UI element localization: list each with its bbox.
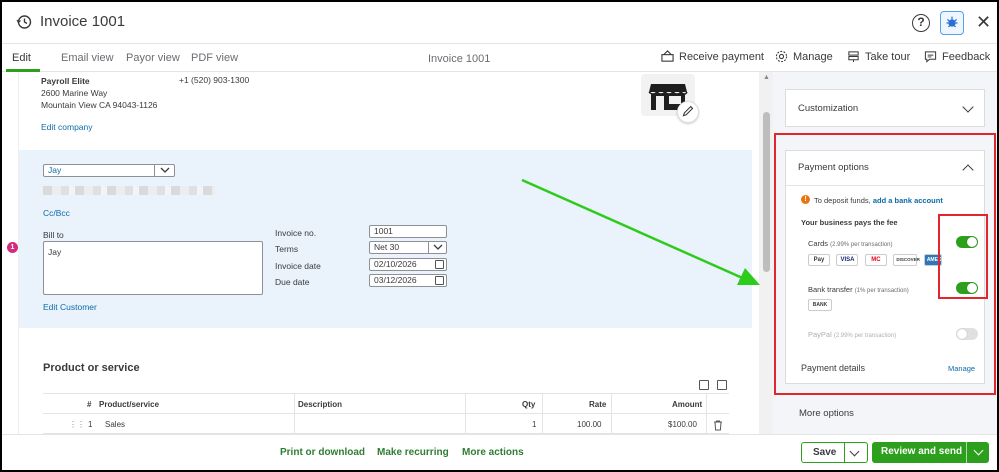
- invoice-no-input[interactable]: 1001: [369, 225, 447, 238]
- make-recurring-button[interactable]: Make recurring: [377, 447, 449, 458]
- settings-panel: Customization Payment options ! To depos…: [773, 72, 997, 434]
- notification-badge: 1: [7, 242, 18, 253]
- tab-bar-title: Invoice 1001: [428, 53, 491, 65]
- row-product[interactable]: Sales: [105, 420, 125, 429]
- edit-logo-button[interactable]: [677, 101, 699, 123]
- company-info: Payroll Elite 2600 Marine Way Mountain V…: [41, 75, 157, 111]
- feedback-label: Feedback: [942, 50, 991, 63]
- edit-customer-link[interactable]: Edit Customer: [43, 302, 97, 312]
- history-icon[interactable]: [16, 14, 32, 30]
- trash-icon[interactable]: [713, 420, 723, 433]
- company-address-line1: 2600 Marine Way: [41, 88, 108, 98]
- due-date-value: 03/12/2026: [374, 275, 417, 285]
- receive-payment-icon: [661, 50, 674, 62]
- bill-to-address-input[interactable]: Jay: [43, 241, 263, 295]
- col-description-header: Description: [298, 400, 343, 409]
- signpost-icon: [848, 51, 859, 63]
- row-amount: $100.00: [668, 420, 697, 429]
- toggles-highlight: [938, 214, 988, 299]
- table-tools: [699, 380, 727, 390]
- row-num: 1: [88, 420, 93, 429]
- page-title: Invoice 1001: [40, 13, 126, 30]
- take-tour-label: Take tour: [865, 50, 911, 63]
- invoice-form: Payroll Elite 2600 Marine Way Mountain V…: [18, 72, 752, 434]
- chevron-down-icon[interactable]: [973, 445, 984, 456]
- company-name: Payroll Elite: [41, 76, 90, 86]
- customer-dropdown[interactable]: Jay: [43, 164, 175, 177]
- col-product-header: Product/service: [99, 400, 160, 409]
- scroll-up-icon[interactable]: ▲: [763, 74, 770, 81]
- col-num-header: #: [87, 400, 92, 409]
- due-date-input[interactable]: 03/12/2026: [369, 274, 447, 287]
- invoice-window: Invoice 1001 ? ✕ Edit Email view Payor v…: [2, 2, 997, 470]
- edit-company-link[interactable]: Edit company: [41, 122, 93, 132]
- customization-section[interactable]: Customization: [785, 89, 985, 127]
- close-icon[interactable]: ✕: [976, 12, 991, 33]
- table-header: # Product/service Description Qty Rate A…: [43, 394, 729, 414]
- tab-payor-view[interactable]: Payor view: [126, 52, 180, 64]
- row-qty[interactable]: 1: [532, 420, 536, 429]
- col-amount-header: Amount: [672, 400, 703, 409]
- manage-label: Manage: [793, 50, 833, 63]
- col-qty-header: Qty: [522, 400, 536, 409]
- calendar-icon[interactable]: [435, 260, 444, 269]
- chevron-down-icon[interactable]: [962, 101, 974, 113]
- company-phone: +1 (520) 903-1300: [179, 75, 250, 85]
- chevron-down-icon[interactable]: [849, 446, 860, 457]
- review-and-send-label: Review and send: [881, 446, 963, 457]
- edit-table-icon[interactable]: [699, 380, 709, 390]
- more-actions-button[interactable]: More actions: [462, 447, 524, 458]
- save-label: Save: [813, 447, 837, 458]
- chat-bubble-icon: [924, 51, 937, 63]
- customer-section: Jay Cc/Bcc Bill to Jay Edit Customer Inv…: [19, 150, 752, 328]
- invoice-no-label: Invoice no.: [275, 228, 317, 238]
- customization-title: Customization: [798, 103, 859, 114]
- invoice-date-input[interactable]: 02/10/2026: [369, 258, 447, 271]
- tab-pdf-view[interactable]: PDF view: [191, 52, 238, 64]
- chevron-down-icon: [428, 242, 446, 253]
- terms-label: Terms: [275, 244, 299, 254]
- calendar-icon[interactable]: [435, 276, 444, 285]
- save-button[interactable]: Save: [801, 442, 868, 463]
- more-options-title[interactable]: More options: [799, 408, 854, 419]
- help-icon[interactable]: ?: [912, 14, 930, 32]
- table-row[interactable]: ⋮⋮ 1 Sales 1 100.00 $100.00: [43, 414, 729, 434]
- product-table: # Product/service Description Qty Rate A…: [43, 393, 729, 434]
- cc-bcc-link[interactable]: Cc/Bcc: [43, 208, 70, 218]
- print-download-button[interactable]: Print or download: [280, 447, 365, 458]
- review-and-send-button[interactable]: Review and send: [872, 442, 989, 463]
- customer-selected: Jay: [48, 165, 62, 175]
- tab-edit[interactable]: Edit: [12, 52, 31, 64]
- due-date-label: Due date: [275, 277, 310, 287]
- tab-email-view[interactable]: Email view: [61, 52, 114, 64]
- action-footer: Print or download Make recurring More ac…: [2, 434, 997, 470]
- chevron-down-icon: [154, 165, 174, 176]
- view-tabs: Edit Email view Payor view PDF view Invo…: [2, 44, 997, 72]
- drag-handle-icon[interactable]: ⋮⋮: [69, 420, 85, 429]
- col-rate-header: Rate: [589, 400, 607, 409]
- receive-payment-label: Receive payment: [679, 50, 764, 63]
- form-scrollbar[interactable]: ▲: [759, 72, 773, 434]
- terms-dropdown[interactable]: Net 30: [369, 241, 447, 254]
- take-tour-button[interactable]: Take tour: [847, 50, 910, 63]
- bill-to-label: Bill to: [43, 230, 64, 240]
- manage-button[interactable]: Manage: [775, 50, 833, 63]
- window-header: Invoice 1001 ? ✕: [2, 2, 997, 44]
- receive-payment-button[interactable]: Receive payment: [661, 50, 764, 63]
- invoice-date-label: Invoice date: [275, 261, 321, 271]
- redacted-email-field[interactable]: [43, 186, 215, 195]
- invoice-date-value: 02/10/2026: [374, 259, 417, 269]
- row-rate[interactable]: 100.00: [577, 420, 601, 429]
- company-address-line2: Mountain View CA 94043-1126: [41, 100, 158, 110]
- pencil-icon: [682, 105, 694, 117]
- scrollbar-thumb[interactable]: [763, 112, 770, 272]
- copy-table-icon[interactable]: [717, 380, 727, 390]
- gear-icon: [775, 50, 788, 63]
- feedback-button[interactable]: Feedback: [924, 50, 990, 63]
- terms-value: Net 30: [374, 242, 400, 252]
- product-section-title: Product or service: [43, 362, 140, 374]
- bug-report-icon[interactable]: [940, 11, 964, 35]
